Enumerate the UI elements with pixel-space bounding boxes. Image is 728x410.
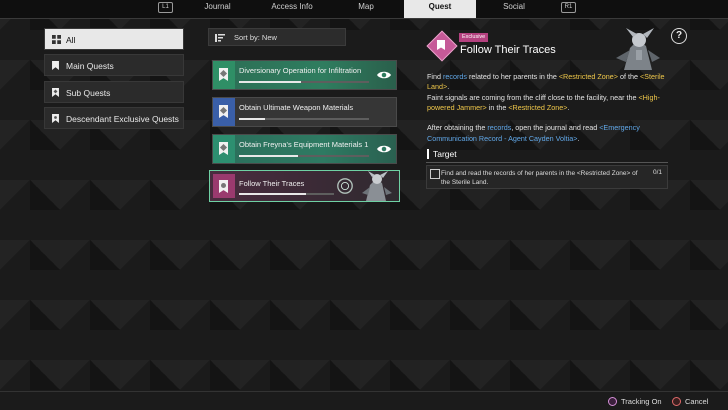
target-objective: Find and read the records of her parents… (426, 165, 668, 189)
square-button-icon (608, 397, 617, 406)
quest-item[interactable]: Diversionary Operation for Infiltration (212, 60, 397, 90)
sort-label: Sort by: New (234, 33, 277, 42)
category-all[interactable]: All (44, 28, 184, 50)
circle-button-icon (672, 397, 681, 406)
tab-quest[interactable]: Quest (404, 0, 476, 18)
quest-progress (239, 118, 369, 120)
objective-checkbox (430, 169, 440, 179)
quest-title: Diversionary Operation for Infiltration (239, 66, 362, 75)
tab-map[interactable]: Map (330, 0, 402, 18)
quest-progress (239, 81, 369, 83)
desc-highlight: <Restricted Zone> (508, 102, 568, 112)
desc-text: . (577, 133, 580, 143)
desc-highlight: records (442, 72, 467, 81)
quest-item[interactable]: Obtain Ultimate Weapon Materials (212, 97, 397, 127)
help-button[interactable]: ? (671, 28, 687, 44)
category-label: Main Quests (66, 61, 114, 71)
bookmark-icon (52, 114, 59, 123)
bookmark-icon (52, 61, 59, 70)
tab-access-info[interactable]: Access Info (256, 0, 328, 18)
quest-item[interactable]: Obtain Freyna's Equipment Materials 1 (212, 134, 397, 164)
quest-progress (239, 193, 334, 195)
category-sub-quests[interactable]: Sub Quests (44, 81, 184, 103)
target-heading: Target (427, 149, 457, 159)
desc-text: of the (618, 72, 640, 81)
desc-text: Find (427, 72, 443, 81)
tracking-on-button[interactable]: Tracking On (608, 396, 662, 407)
quest-progress (239, 155, 369, 157)
desc-text: After obtaining the (427, 123, 488, 133)
desc-text: in the (486, 102, 509, 112)
category-main-quests[interactable]: Main Quests (44, 54, 184, 76)
tracking-ring-icon (337, 178, 353, 194)
tab-journal[interactable]: Journal (185, 0, 250, 18)
desc-highlight: <Restricted Zone> (558, 72, 618, 81)
quest-title: Obtain Ultimate Weapon Materials (239, 103, 354, 112)
descendant-portrait-icon (362, 171, 392, 201)
sort-icon (215, 34, 225, 42)
desc-highlight: records (487, 123, 512, 133)
category-label: Descendant Exclusive Quests (66, 114, 179, 124)
quest-title: Obtain Freyna's Equipment Materials 1 (239, 140, 369, 149)
exclusive-badge: Exclusive (459, 33, 489, 42)
sort-dropdown[interactable]: Sort by: New (208, 28, 346, 46)
bookmark-icon (52, 88, 59, 97)
r1-key-icon[interactable]: R1 (561, 2, 576, 13)
desc-text: . (447, 82, 450, 92)
l1-key-icon[interactable]: L1 (158, 2, 173, 13)
divider (0, 391, 728, 392)
tab-social[interactable]: Social (478, 0, 550, 18)
quest-detail-title: Follow Their Traces (460, 44, 556, 56)
quest-title: Follow Their Traces (239, 179, 305, 188)
top-tab-bar: L1 Journal Access Info Map Quest Social … (0, 0, 728, 19)
tracking-label: Tracking On (621, 397, 662, 406)
quest-description: Find records related to her parents in t… (427, 72, 677, 144)
eye-icon[interactable] (377, 69, 391, 81)
grid-icon (52, 35, 61, 44)
objective-text: Find and read the records of her parents… (441, 170, 638, 186)
desc-text: , open the journal and read (511, 123, 600, 133)
category-label: All (66, 35, 76, 45)
desc-text: Faint signals are coming from the cliff … (427, 92, 639, 102)
desc-text: . (567, 102, 570, 112)
quest-item-selected[interactable]: Follow Their Traces (209, 170, 400, 202)
divider (426, 162, 668, 163)
category-descendant-exclusive[interactable]: Descendant Exclusive Quests (44, 107, 184, 129)
desc-text: related to her parents in the (466, 72, 559, 81)
cancel-label: Cancel (685, 397, 709, 406)
cancel-button[interactable]: Cancel (672, 396, 708, 407)
eye-icon[interactable] (377, 143, 391, 155)
descendant-portrait-icon (616, 28, 660, 70)
objective-count: 0/1 (652, 169, 662, 176)
category-label: Sub Quests (66, 88, 111, 98)
